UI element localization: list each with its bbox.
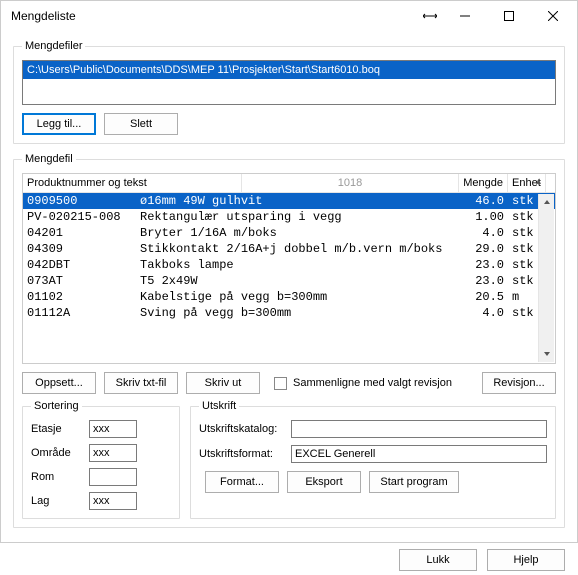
layer-input[interactable] — [89, 492, 137, 510]
print-format-input[interactable] — [291, 445, 547, 463]
list-toolbar: Oppsett... Skriv txt-fil Skriv ut Sammen… — [22, 372, 556, 394]
grid-body[interactable]: 0909500ø16mm 49W gulhvit46.0stkPV-020215… — [23, 193, 555, 363]
resize-icon[interactable] — [417, 1, 443, 31]
list-group: Mengdefil Produktnummer og tekst 1018 Me… — [13, 153, 565, 528]
cell-text: Stikkontakt 2/16A+j dobbel m/b.vern m/bo… — [136, 241, 459, 257]
table-row[interactable]: PV-020215-008Rektangulær utsparing i veg… — [23, 209, 555, 225]
cell-text: Rektangulær utsparing i vegg — [136, 209, 459, 225]
chevron-up-icon: ▴ — [536, 176, 541, 187]
cell-product: 073AT — [23, 273, 136, 289]
cell-text: T5 2x49W — [136, 273, 459, 289]
table-row[interactable]: 0909500ø16mm 49W gulhvit46.0stk — [23, 193, 555, 209]
print-format-row: Utskriftsformat: — [199, 445, 547, 463]
scroll-down-icon[interactable] — [539, 346, 554, 362]
table-row[interactable]: 04201Bryter 1/16A m/boks4.0stk — [23, 225, 555, 241]
maximize-button[interactable] — [487, 1, 531, 31]
room-input[interactable] — [89, 468, 137, 486]
vertical-scrollbar[interactable] — [538, 194, 554, 362]
cell-product: 01112A — [23, 305, 136, 321]
print-format-label: Utskriftsformat: — [199, 448, 285, 460]
scroll-up-icon[interactable] — [539, 194, 554, 210]
col-scroll-spacer — [546, 174, 555, 192]
close-button[interactable] — [531, 1, 575, 31]
col-product[interactable]: Produktnummer og tekst — [23, 174, 242, 192]
table-row[interactable]: 042DBTTakboks lampe23.0stk — [23, 257, 555, 273]
lower-panels: Sortering Etasje Område Rom Lag Utskrift… — [22, 400, 556, 519]
cell-product: PV-020215-008 — [23, 209, 136, 225]
sort-group: Sortering Etasje Område Rom Lag — [22, 400, 180, 519]
format-button[interactable]: Format... — [205, 471, 279, 493]
table-row[interactable]: 073ATT5 2x49W23.0stk — [23, 273, 555, 289]
checkbox-box — [274, 377, 287, 390]
delete-file-button[interactable]: Slett — [104, 113, 178, 135]
start-program-button[interactable]: Start program — [369, 471, 459, 493]
area-label: Område — [31, 447, 89, 459]
close-dialog-button[interactable]: Lukk — [399, 549, 477, 571]
files-group-label: Mengdefiler — [22, 40, 85, 52]
revision-button[interactable]: Revisjon... — [482, 372, 556, 394]
cell-text: Sving på vegg b=300mm — [136, 305, 459, 321]
col-sort-indicator[interactable]: 1018 — [242, 174, 459, 192]
sort-grid: Etasje Område Rom Lag — [31, 420, 171, 510]
cell-qty: 20.5 — [459, 289, 508, 305]
cell-qty: 46.0 — [459, 193, 508, 209]
setup-button[interactable]: Oppsett... — [22, 372, 96, 394]
cell-qty: 4.0 — [459, 225, 508, 241]
col-qty[interactable]: Mengde — [459, 174, 508, 192]
grid-header: Produktnummer og tekst 1018 Mengde Enhet… — [23, 174, 555, 193]
minimize-button[interactable] — [443, 1, 487, 31]
write-txt-button[interactable]: Skriv txt-fil — [104, 372, 178, 394]
print-catalog-label: Utskriftskatalog: — [199, 423, 285, 435]
quantity-grid: Produktnummer og tekst 1018 Mengde Enhet… — [22, 173, 556, 364]
export-button[interactable]: Eksport — [287, 471, 361, 493]
cell-text: ø16mm 49W gulhvit — [136, 193, 459, 209]
file-buttons-row: Legg til... Slett — [22, 113, 556, 135]
compare-revision-label: Sammenligne med valgt revisjon — [293, 377, 452, 389]
table-row[interactable]: 04309Stikkontakt 2/16A+j dobbel m/b.vern… — [23, 241, 555, 257]
print-catalog-row: Utskriftskatalog: — [199, 420, 547, 438]
cell-product: 04309 — [23, 241, 136, 257]
print-button[interactable]: Skriv ut — [186, 372, 260, 394]
cell-text: Bryter 1/16A m/boks — [136, 225, 459, 241]
cell-product: 01102 — [23, 289, 136, 305]
cell-text: Kabelstige på vegg b=300mm — [136, 289, 459, 305]
add-file-button[interactable]: Legg til... — [22, 113, 96, 135]
compare-revision-checkbox[interactable]: Sammenligne med valgt revisjon — [274, 377, 452, 390]
cell-product: 04201 — [23, 225, 136, 241]
room-label: Rom — [31, 471, 89, 483]
sort-group-label: Sortering — [31, 400, 82, 412]
table-row[interactable]: 01112ASving på vegg b=300mm4.0stk — [23, 305, 555, 321]
print-catalog-input[interactable] — [291, 420, 547, 438]
cell-text: Takboks lampe — [136, 257, 459, 273]
cell-qty: 1.00 — [459, 209, 508, 225]
cell-product: 0909500 — [23, 193, 136, 209]
print-buttons-row: Format... Eksport Start program — [205, 471, 547, 493]
cell-qty: 23.0 — [459, 257, 508, 273]
layer-label: Lag — [31, 495, 89, 507]
window-title: Mengdeliste — [11, 9, 417, 23]
cell-qty: 23.0 — [459, 273, 508, 289]
cell-product: 042DBT — [23, 257, 136, 273]
floor-input[interactable] — [89, 420, 137, 438]
print-group-label: Utskrift — [199, 400, 239, 412]
print-group: Utskrift Utskriftskatalog: Utskriftsform… — [190, 400, 556, 519]
list-group-label: Mengdefil — [22, 153, 76, 165]
help-button[interactable]: Hjelp — [487, 549, 565, 571]
floor-label: Etasje — [31, 423, 89, 435]
file-list[interactable]: C:\Users\Public\Documents\DDS\MEP 11\Pro… — [22, 60, 556, 105]
col-unit[interactable]: Enhet ▴ — [508, 174, 546, 192]
client-area: Mengdefiler C:\Users\Public\Documents\DD… — [1, 31, 577, 545]
title-bar: Mengdeliste — [1, 1, 577, 31]
files-group: Mengdefiler C:\Users\Public\Documents\DD… — [13, 40, 565, 144]
cell-qty: 4.0 — [459, 305, 508, 321]
table-row[interactable]: 01102Kabelstige på vegg b=300mm20.5m — [23, 289, 555, 305]
area-input[interactable] — [89, 444, 137, 462]
dialog-footer: Lukk Hjelp — [1, 545, 577, 575]
file-list-item[interactable]: C:\Users\Public\Documents\DDS\MEP 11\Pro… — [23, 61, 555, 79]
cell-qty: 29.0 — [459, 241, 508, 257]
